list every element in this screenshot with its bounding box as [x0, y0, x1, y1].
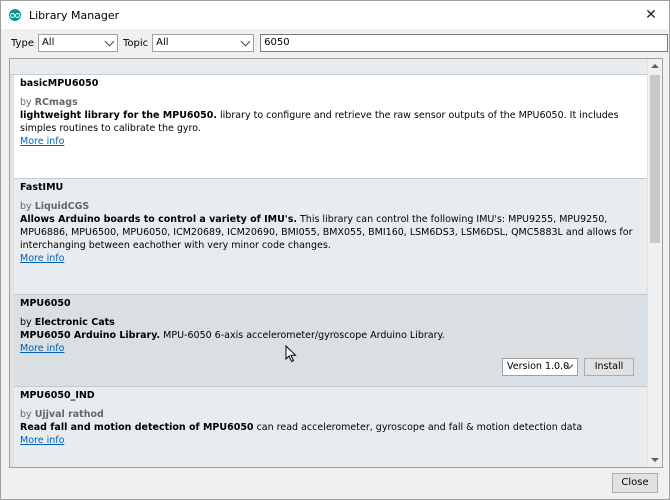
- library-author: by Ujjval rathod: [20, 409, 104, 420]
- library-author: by RCmags: [20, 97, 78, 108]
- type-label: Type: [11, 37, 34, 49]
- more-info-link[interactable]: More info: [20, 135, 64, 148]
- library-name: MPU6050: [20, 298, 71, 309]
- more-info-link[interactable]: More info: [20, 252, 64, 265]
- scroll-up-icon[interactable]: [651, 64, 659, 68]
- chevron-down-icon: [104, 36, 115, 47]
- library-author: by LiquidCGS: [20, 201, 90, 212]
- more-info-link[interactable]: More info: [20, 434, 64, 447]
- filter-bar: Type All Topic All 6050: [1, 29, 669, 57]
- topic-select[interactable]: All: [152, 34, 255, 52]
- library-list[interactable]: basicMPU6050 by RCmags lightweight libra…: [9, 58, 663, 468]
- title-bar: Library Manager ✕: [1, 1, 669, 29]
- library-description: Read fall and motion detection of MPU605…: [20, 422, 583, 433]
- window-title: Library Manager: [29, 8, 120, 22]
- library-name: FastIMU: [20, 182, 64, 193]
- close-button[interactable]: Close: [612, 473, 658, 493]
- chevron-down-icon: [240, 36, 251, 47]
- list-item[interactable]: MPU6050_IND by Ujjval rathod Read fall a…: [14, 387, 648, 467]
- library-name: basicMPU6050: [20, 78, 99, 89]
- library-name: MPU6050_IND: [20, 390, 95, 401]
- close-icon[interactable]: ✕: [643, 7, 659, 23]
- more-info-link[interactable]: More info: [20, 342, 64, 355]
- scroll-down-icon[interactable]: [651, 458, 659, 462]
- vertical-scrollbar[interactable]: [647, 59, 662, 467]
- type-select[interactable]: All: [37, 34, 118, 52]
- type-select-value: All: [41, 37, 55, 48]
- version-select[interactable]: Version 1.0.0: [502, 358, 578, 376]
- version-select-value: Version 1.0.0: [507, 361, 570, 372]
- scrollbar-thumb[interactable]: [650, 75, 660, 243]
- topic-label: Topic: [122, 37, 149, 49]
- arduino-icon: [9, 9, 21, 21]
- list-item[interactable]: FastIMU by LiquidCGS Allows Arduino boar…: [14, 179, 648, 295]
- library-description: Allows Arduino boards to control a varie…: [20, 214, 633, 251]
- mouse-pointer-icon: [285, 345, 297, 363]
- list-item[interactable]: basicMPU6050 by RCmags lightweight libra…: [14, 75, 648, 179]
- search-input[interactable]: 6050: [260, 34, 669, 52]
- topic-select-value: All: [156, 37, 169, 48]
- list-header-strip: [10, 59, 648, 75]
- library-manager-window: Library Manager ✕ Type All Topic All 605…: [0, 0, 670, 500]
- library-description: MPU6050 Arduino Library. MPU-6050 6-axis…: [20, 330, 445, 341]
- list-item[interactable]: MPU6050 by Electronic Cats MPU6050 Ardui…: [14, 295, 648, 387]
- library-author: by Electronic Cats: [20, 317, 115, 328]
- install-button[interactable]: Install: [584, 358, 634, 376]
- library-description: lightweight library for the MPU6050. lib…: [20, 110, 619, 134]
